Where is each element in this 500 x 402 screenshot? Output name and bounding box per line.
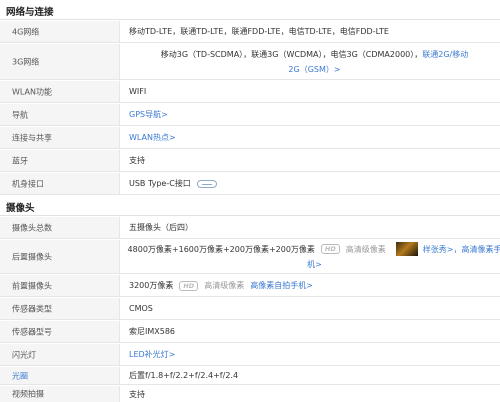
spec-row-port: 机身接口 USB Type-C接口 [0, 173, 500, 195]
spec-row-sensor-type: 传感器类型 CMOS [0, 298, 500, 320]
spec-row-front-camera: 前置摄像头 3200万像素 HD 高清级像素 高像素自拍手机> [0, 275, 500, 297]
section-title: 摄像头 [6, 203, 35, 214]
spec-row-aperture: 光圈 后置f/1.8+f/2.2+f/2.4+f/2.4 [0, 367, 500, 385]
spec-value: 移动TD-LTE，联通TD-LTE，联通FDD-LTE，电信TD-LTE，电信F… [129, 27, 389, 36]
spec-row-flash: 闪光灯 LED补光灯> [0, 344, 500, 366]
usb-type-c-icon[interactable] [196, 179, 217, 188]
spec-value: USB Type-C接口 [129, 179, 191, 188]
spec-value: 支持 [129, 156, 145, 165]
spec-label: 前置摄像头 [12, 281, 52, 290]
aperture-label-link[interactable]: 光圈 [12, 370, 28, 381]
quality-label: 高清级像素 [204, 281, 245, 290]
spec-label: 闪光灯 [12, 350, 36, 359]
spec-value: 移动3G（TD-SCDMA），联通3G（WCDMA），电信3G（CDMA2000… [160, 49, 423, 59]
spec-row-4g: 4G网络 移动TD-LTE，联通TD-LTE，联通FDD-LTE，电信TD-LT… [0, 21, 500, 43]
sample-gallery-link[interactable]: 样张秀>，高清像素手 [423, 242, 500, 257]
spec-label: 传感器类型 [12, 304, 52, 313]
spec-row-bluetooth: 蓝牙 支持 [0, 150, 500, 172]
section-header-camera: 摄像头 [0, 196, 500, 216]
spec-row-video: 视频拍摄 支持 [0, 386, 500, 402]
2g-network-link[interactable]: 联通2G/移动 [422, 50, 468, 59]
spec-label: 后置摄像头 [12, 252, 52, 261]
spec-label: 视频拍摄 [12, 389, 44, 399]
section-title: 网络与连接 [6, 7, 54, 18]
hd-badge-icon: HD [320, 244, 340, 254]
hd-phones-link[interactable]: 机> [307, 260, 322, 269]
spec-row-camera-total: 摄像头总数 五摄像头（后四） [0, 217, 500, 239]
section-header-network: 网络与连接 [0, 0, 500, 20]
spec-label: 3G网络 [12, 57, 40, 66]
spec-label: WLAN功能 [12, 87, 53, 96]
spec-row-sensor-model: 传感器型号 索尼IMX586 [0, 321, 500, 343]
spec-value: 索尼IMX586 [129, 327, 176, 336]
spec-value: CMOS [129, 304, 153, 313]
spec-label: 摄像头总数 [12, 223, 52, 232]
spec-row-nav: 导航 GPS导航> [0, 104, 500, 126]
spec-label: 传感器型号 [12, 327, 52, 336]
led-flash-link[interactable]: LED补光灯> [129, 349, 175, 360]
spec-row-rear-camera: 后置摄像头 4800万像素+1600万像素+200万像素+200万像素 HD 高… [0, 240, 500, 274]
2g-gsm-link[interactable]: 2G（GSM）> [288, 65, 340, 74]
spec-value: 支持 [129, 389, 145, 399]
spec-row-wlan: WLAN功能 WIFI [0, 81, 500, 103]
spec-value: 五摄像头（后四） [129, 223, 193, 232]
spec-label: 导航 [12, 110, 28, 119]
selfie-phones-link[interactable]: 高像素自拍手机> [250, 280, 313, 291]
gps-nav-link[interactable]: GPS导航> [129, 109, 168, 120]
quality-label: 高清级像素 [345, 244, 386, 254]
hd-badge-icon: HD [179, 280, 199, 291]
spec-value: 后置f/1.8+f/2.2+f/2.4+f/2.4 [129, 371, 239, 380]
spec-label: 连接与共享 [12, 133, 52, 142]
spec-label: 蓝牙 [12, 156, 28, 165]
sample-photo-thumbnail[interactable] [395, 242, 418, 256]
spec-value: WIFI [129, 87, 147, 96]
spec-value: 3200万像素 [129, 281, 174, 290]
spec-row-share: 连接与共享 WLAN热点> [0, 127, 500, 149]
spec-label: 机身接口 [12, 179, 44, 188]
spec-value: 4800万像素+1600万像素+200万像素+200万像素 [127, 244, 315, 254]
spec-label: 4G网络 [12, 27, 40, 36]
wlan-hotspot-link[interactable]: WLAN热点> [129, 132, 176, 143]
spec-row-3g: 3G网络 移动3G（TD-SCDMA），联通3G（WCDMA），电信3G（CDM… [0, 44, 500, 80]
